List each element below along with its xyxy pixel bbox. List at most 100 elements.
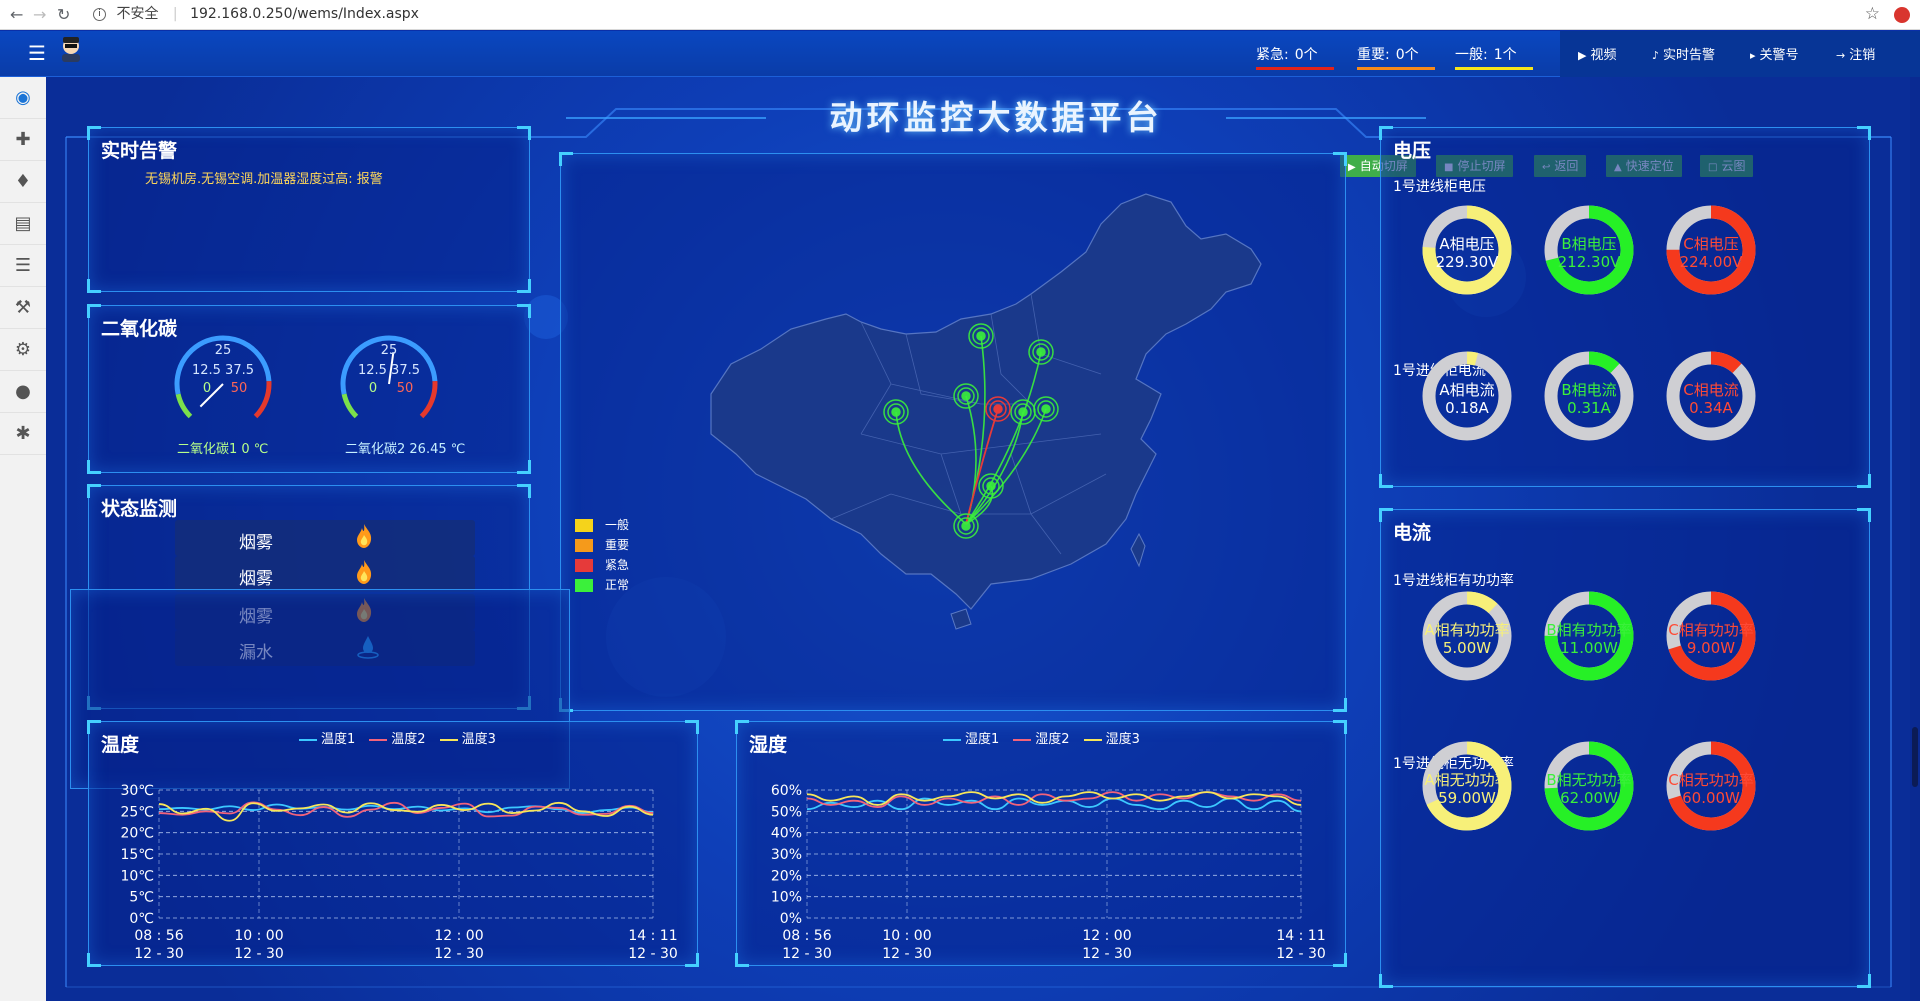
bell-icon[interactable]: ♦ (0, 161, 46, 203)
ring-value: 9.00W (1686, 639, 1736, 657)
status-item[interactable]: 烟雾 (175, 520, 475, 556)
back-icon[interactable]: ← (10, 5, 23, 24)
alarm-message[interactable]: 无锡机房.无锡空调.加温器湿度过高: 报警 (145, 168, 383, 187)
ring-label: B相无功功率 62.00W (1534, 771, 1644, 807)
map-site-marker[interactable] (1041, 404, 1051, 414)
y-tick-label: 0% (780, 911, 802, 927)
map-site-marker[interactable] (961, 521, 971, 531)
ring-value: 0.34A (1689, 399, 1733, 417)
hamburger-menu-icon[interactable]: ☰ (28, 41, 46, 65)
ring-name: B相无功功率 (1546, 771, 1632, 789)
y-tick-label: 10% (771, 890, 802, 906)
ring-name: A相无功功率 (1424, 771, 1510, 789)
x-tick-time: 08 : 56 (134, 928, 183, 944)
legend-swatch (575, 519, 593, 532)
page-scrollbar[interactable] (1910, 77, 1920, 1001)
flame-icon (355, 559, 373, 591)
app-header: ☰ 紧急: 0个 重要: 0个 一般: 1个 ▶ 视频 ♪ 实时告警 ▸ 关警号 → 注销 (0, 31, 1920, 77)
x-tick-time: 10 : 00 (234, 928, 283, 944)
x-tick-date: 12 - 30 (234, 946, 284, 962)
map-site-marker[interactable] (1036, 347, 1046, 357)
map-site-marker[interactable] (1018, 407, 1028, 417)
legend-swatch (575, 539, 593, 552)
legend-swatch (575, 579, 593, 592)
ring-value: 224.00V (1679, 253, 1743, 271)
topbar-button-label: 注销 (1849, 48, 1876, 63)
map-site-marker[interactable] (976, 331, 986, 341)
alarm-counter[interactable]: 紧急: 0个 (1256, 44, 1334, 70)
voltage-panel: 电压 1号进线柜电压 1号进线柜电流 A相电压 229.30V B相电压 212.30… (1379, 126, 1871, 488)
user-icon[interactable]: ● (0, 371, 46, 413)
gears-icon[interactable]: ⚙ (0, 329, 46, 371)
address-separator: | (172, 6, 178, 22)
legend-label: 紧急 (605, 558, 630, 572)
taiwan-shape (1130, 532, 1146, 568)
series-line (158, 801, 654, 818)
map-legend-item[interactable]: 正常 (575, 576, 629, 593)
map-site-marker[interactable] (986, 481, 996, 491)
x-tick-time: 14 : 11 (628, 928, 677, 944)
forward-icon[interactable]: → (33, 5, 46, 24)
ring-value: 212.30V (1557, 253, 1621, 271)
browser-toolbar: ← → ↻ i 不安全 | 192.168.0.250/wems/Index.a… (0, 0, 1920, 30)
x-tick-date: 12 - 30 (628, 946, 678, 962)
alarm-counter-label: 紧急: (1256, 47, 1289, 63)
alarm-counter[interactable]: 重要: 0个 (1357, 44, 1435, 70)
status-item[interactable]: 烟雾 (175, 556, 475, 592)
y-tick-label: 0℃ (129, 911, 154, 927)
avatar[interactable] (57, 34, 85, 62)
ring-label: B相有功功率 11.00W (1534, 621, 1644, 657)
ring-label: B相电压 212.30V (1534, 235, 1644, 271)
topbar-video-button[interactable]: ▶ 视频 (1578, 44, 1616, 63)
scrollbar-thumb[interactable] (1912, 727, 1918, 787)
ring-name: B相电压 (1561, 235, 1617, 253)
map-legend-item[interactable]: 重要 (575, 536, 629, 553)
bar-chart-icon[interactable]: ▤ (0, 203, 46, 245)
gauge-scale-mid: 12.5 37.5 (358, 363, 420, 378)
co2-panel: 二氧化碳 25 12.5 37.5 0 50 25 12.5 37.5 0 50 二氧化碳1 … (87, 304, 531, 474)
url-text: 192.168.0.250/wems/Index.aspx (190, 6, 419, 22)
reload-icon[interactable]: ↻ (57, 5, 70, 24)
topbar-button-label: 视频 (1590, 48, 1617, 63)
ring-label: C相有功功率 9.00W (1656, 621, 1766, 657)
ring-name: A相电流 (1439, 381, 1495, 399)
page-title: 动环监控大数据平台 (829, 98, 1163, 137)
ring-name: A相有功功率 (1424, 621, 1510, 639)
gauge-arc (175, 393, 193, 419)
topbar-bell-button[interactable]: ♪ 实时告警 (1652, 44, 1715, 63)
title-line-right (1226, 117, 1426, 119)
map-site-marker[interactable] (891, 407, 901, 417)
realtime-alarm-panel: 实时告警 无锡机房.无锡空调.加温器湿度过高: 报警 (87, 126, 531, 293)
wrench-icon[interactable]: ⚒ (0, 287, 46, 329)
gauge-arc (419, 380, 438, 419)
topbar-megaphone-button[interactable]: ▸ 关警号 (1750, 44, 1799, 63)
list-icon[interactable]: ☰ (0, 245, 46, 287)
map-alarm-marker[interactable] (993, 404, 1003, 414)
map-legend-item[interactable]: 紧急 (575, 556, 629, 573)
crosshair-icon[interactable]: ✚ (0, 119, 46, 161)
alarm-counter-label: 一般: (1455, 47, 1488, 63)
current-panel: 电流 1号进线柜有功功率 1号进线柜无功功率 A相有功功率 5.00W B相有功功率… (1379, 508, 1871, 988)
address-bar[interactable]: i 不安全 | 192.168.0.250/wems/Index.aspx (93, 3, 419, 26)
ring-name: B相电流 (1561, 381, 1617, 399)
x-tick-date: 12 - 30 (1082, 946, 1132, 962)
ring-label: A相无功功率 59.00W (1412, 771, 1522, 807)
current-rings (1422, 591, 1756, 831)
alarm-counter[interactable]: 一般: 1个 (1455, 44, 1533, 70)
bookmark-star-icon[interactable]: ☆ (1865, 4, 1880, 24)
eye-icon[interactable]: ◉ (0, 77, 46, 119)
topbar-logout-button[interactable]: → 注销 (1836, 44, 1875, 63)
co2-gauge: 25 12.5 37.5 0 50 (174, 335, 272, 419)
ring-name: B相有功功率 (1546, 621, 1632, 639)
x-tick-date: 12 - 30 (134, 946, 184, 962)
ring-value: 11.00W (1560, 639, 1618, 657)
settings-icon[interactable]: ✱ (0, 413, 46, 455)
x-tick-date: 12 - 30 (882, 946, 932, 962)
temperature-line-chart: 0℃ 5℃ 10℃ 15℃ 20℃ 25℃ 30℃ 08 : 56 12 - 30 10 : 00… (120, 783, 678, 962)
control-button-icon: ▶ (1348, 162, 1356, 173)
ring-label: C相无功功率 60.00W (1656, 771, 1766, 807)
map-legend-item[interactable]: 一般 (575, 516, 629, 533)
china-map[interactable] (561, 154, 1347, 712)
map-site-marker[interactable] (961, 391, 971, 401)
extension-icon[interactable] (1894, 7, 1910, 23)
